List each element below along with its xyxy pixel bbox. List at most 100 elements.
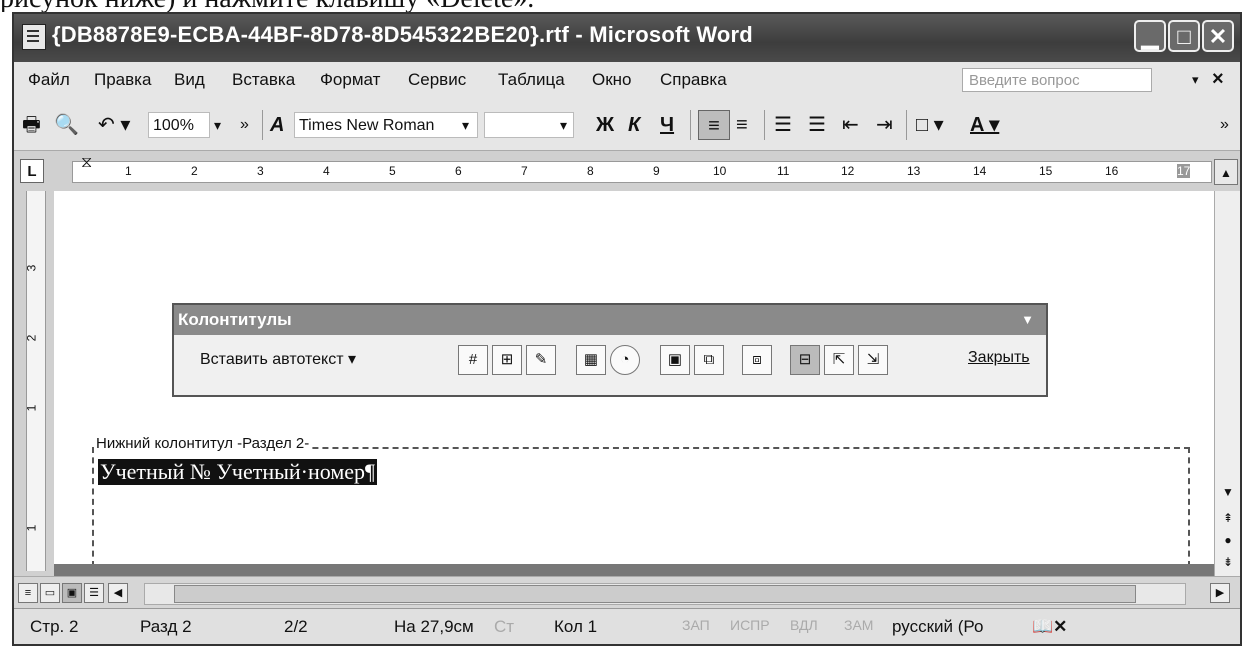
- undo-icon[interactable]: ↶ ▾: [98, 110, 130, 140]
- ruler-number: 9: [653, 164, 660, 178]
- header-footer-toolbar-title: Колонтитулы ▼: [174, 305, 1046, 335]
- font-name-dropdown-icon[interactable]: ▾: [462, 110, 469, 140]
- footer-section-label: Нижний колонтитул -Раздел 2-: [94, 435, 312, 452]
- ruler-row: L ⧖ 1 2 3 4 5 6 7 8 9 10 11 12 13 14 15 …: [14, 151, 1240, 191]
- ruler-number: 4: [323, 164, 330, 178]
- scroll-left-icon[interactable]: ◀: [108, 583, 128, 603]
- print-preview-icon[interactable]: 🔍: [54, 110, 79, 140]
- menu-view[interactable]: Вид: [174, 70, 205, 90]
- horizontal-scroll-thumb[interactable]: [174, 585, 1136, 603]
- ruler-number: 2: [191, 164, 198, 178]
- show-hide-text-icon[interactable]: ⧉: [694, 345, 724, 375]
- menu-format[interactable]: Формат: [320, 70, 380, 90]
- underline-button[interactable]: Ч: [660, 110, 674, 140]
- font-color-icon[interactable]: A ▾: [970, 110, 999, 140]
- font-size-dropdown-icon[interactable]: ▾: [560, 110, 567, 140]
- scroll-right-icon[interactable]: ▶: [1210, 583, 1230, 603]
- normal-view-icon[interactable]: ≡: [18, 583, 38, 603]
- ruler-number: 17: [1177, 164, 1191, 178]
- toolbar-more-icon[interactable]: »: [1220, 110, 1229, 140]
- print-layout-view-icon[interactable]: ▣: [62, 583, 82, 603]
- maximize-button[interactable]: □: [1168, 20, 1200, 52]
- footer-selected-text[interactable]: Учетный № Учетный·номер¶: [98, 459, 378, 485]
- vruler-number: 1: [24, 524, 39, 532]
- ask-question-input[interactable]: Введите вопрос: [962, 68, 1152, 92]
- format-page-number-icon[interactable]: ✎: [526, 345, 556, 375]
- status-ext[interactable]: ВДЛ: [790, 617, 818, 633]
- status-bar: Стр. 2 Разд 2 2/2 На 27,9см Ст Кол 1 ЗАП…: [14, 608, 1240, 644]
- menu-window[interactable]: Окно: [592, 70, 632, 90]
- toolbar-options-icon[interactable]: »: [240, 110, 249, 140]
- ruler-number: 3: [257, 164, 264, 178]
- vruler-number: 1: [24, 404, 39, 412]
- print-icon[interactable]: 🖶: [22, 110, 41, 140]
- status-col: Кол 1: [554, 617, 598, 636]
- font-name-select[interactable]: Times New Roman: [294, 112, 478, 138]
- menu-edit[interactable]: Правка: [94, 70, 151, 90]
- tab-selector-button[interactable]: L: [20, 159, 44, 183]
- ruler-number: 12: [841, 164, 855, 178]
- outline-view-icon[interactable]: ☰: [84, 583, 104, 603]
- status-rec[interactable]: ЗАП: [682, 617, 710, 633]
- align-left-icon[interactable]: ≡: [698, 110, 730, 140]
- minimize-button[interactable]: ▁: [1134, 20, 1166, 52]
- close-window-button[interactable]: ✕: [1202, 20, 1234, 52]
- word-document-icon[interactable]: [22, 24, 46, 50]
- page-setup-icon[interactable]: ▣: [660, 345, 690, 375]
- next-page-icon[interactable]: ⇟: [1217, 551, 1239, 573]
- ruler-number: 8: [587, 164, 594, 178]
- zoom-select[interactable]: 100%: [148, 112, 210, 138]
- increase-indent-icon[interactable]: ⇥: [876, 110, 893, 140]
- insert-date-icon[interactable]: ▦: [576, 345, 606, 375]
- indent-marker-icon[interactable]: ⧖: [81, 154, 92, 172]
- insert-autotext-button[interactable]: Вставить автотекст ▾: [200, 349, 356, 369]
- formatting-toolbar: 🖶 🔍 ↶ ▾ 100% ▾ » A Times New Roman ▾ ▾ Ж…: [14, 100, 1240, 151]
- status-trk[interactable]: ИСПР: [730, 617, 770, 633]
- switch-header-footer-icon[interactable]: ⊟: [790, 345, 820, 375]
- status-language[interactable]: русский (Ро: [892, 617, 983, 637]
- status-at: На 27,9см: [394, 617, 474, 636]
- insert-time-icon[interactable]: ◔: [610, 345, 640, 375]
- vertical-scrollbar[interactable]: ▼ ⇞ ● ⇟: [1214, 191, 1240, 576]
- bold-button[interactable]: Ж: [596, 110, 614, 140]
- bulleted-list-icon[interactable]: ☰: [808, 110, 826, 140]
- menu-insert[interactable]: Вставка: [232, 70, 295, 90]
- menu-table[interactable]: Таблица: [498, 70, 565, 90]
- scroll-up-button[interactable]: ▲: [1214, 159, 1238, 185]
- select-browse-object-icon[interactable]: ●: [1217, 529, 1239, 551]
- insert-page-count-icon[interactable]: ⊞: [492, 345, 522, 375]
- web-view-icon[interactable]: ▭: [40, 583, 60, 603]
- align-center-icon[interactable]: ≡: [736, 110, 748, 140]
- title-bar: {DB8878E9-ECBA-44BF-8D78-8D545322BE20}.r…: [14, 14, 1240, 62]
- menu-tools[interactable]: Сервис: [408, 70, 466, 90]
- status-ovr[interactable]: ЗАМ: [844, 617, 873, 633]
- document-area[interactable]: Колонтитулы ▼ Вставить автотекст ▾ # ⊞ ✎…: [54, 191, 1214, 576]
- italic-button[interactable]: К: [628, 110, 640, 140]
- previous-page-icon[interactable]: ⇞: [1217, 507, 1239, 529]
- menu-help[interactable]: Справка: [660, 70, 727, 90]
- decrease-indent-icon[interactable]: ⇤: [842, 110, 859, 140]
- ruler-number: 15: [1039, 164, 1053, 178]
- status-line: Ст: [494, 617, 515, 636]
- horizontal-ruler[interactable]: ⧖ 1 2 3 4 5 6 7 8 9 10 11 12 13 14 15 16…: [72, 154, 1212, 183]
- ask-dropdown-icon[interactable]: ▾: [1192, 72, 1199, 88]
- toolbar-menu-icon[interactable]: ▼: [1021, 305, 1034, 335]
- ruler-number: 6: [455, 164, 462, 178]
- spelling-status-icon[interactable]: 📖✕: [1032, 617, 1067, 637]
- zoom-dropdown-icon[interactable]: ▾: [214, 110, 221, 140]
- close-header-footer-button[interactable]: Закрыть: [968, 349, 1030, 367]
- header-footer-toolbar: Колонтитулы ▼ Вставить автотекст ▾ # ⊞ ✎…: [172, 303, 1048, 397]
- show-previous-icon[interactable]: ⇱: [824, 345, 854, 375]
- ruler-number: 16: [1105, 164, 1119, 178]
- show-next-icon[interactable]: ⇲: [858, 345, 888, 375]
- same-as-previous-icon[interactable]: ⧈: [742, 345, 772, 375]
- close-document-icon[interactable]: ×: [1212, 68, 1224, 91]
- numbered-list-icon[interactable]: ☰: [774, 110, 792, 140]
- vertical-ruler[interactable]: 3 2 1 1: [14, 191, 54, 576]
- insert-page-number-icon[interactable]: #: [458, 345, 488, 375]
- scroll-down-icon[interactable]: ▼: [1217, 481, 1239, 503]
- styles-icon[interactable]: A: [270, 110, 284, 140]
- borders-icon[interactable]: □ ▾: [916, 110, 944, 140]
- menu-file[interactable]: Файл: [28, 70, 70, 90]
- ruler-number: 14: [973, 164, 987, 178]
